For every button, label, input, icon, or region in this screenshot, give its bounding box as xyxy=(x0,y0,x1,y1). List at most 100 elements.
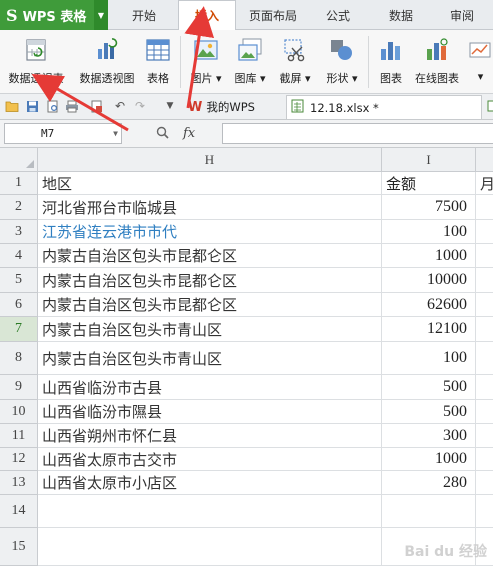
amount-cell[interactable]: 金额 xyxy=(382,172,476,195)
redo-icon[interactable]: ↷ xyxy=(132,98,148,114)
pivot-chart-button[interactable]: 数据透视图 xyxy=(74,35,140,91)
region-cell[interactable]: 内蒙古自治区包头市青山区 xyxy=(38,342,382,375)
region-cell[interactable]: 江苏省连云港市市代 xyxy=(38,220,382,244)
tab-review[interactable]: 审阅 xyxy=(436,0,488,30)
customize-toolbar-chevron-icon[interactable]: ▼ xyxy=(162,98,178,114)
row-header[interactable]: 8 xyxy=(0,342,38,375)
mini-chart-icon xyxy=(469,42,490,58)
more-charts-button[interactable]: ▾ xyxy=(468,35,493,91)
month-cell[interactable] xyxy=(476,400,493,424)
amount-cell[interactable] xyxy=(382,495,476,528)
month-cell[interactable] xyxy=(476,293,493,317)
amount-cell[interactable]: 7500 xyxy=(382,195,476,220)
new-tab-icon[interactable] xyxy=(484,98,493,114)
amount-cell[interactable]: 300 xyxy=(382,424,476,448)
amount-cell[interactable]: 1000 xyxy=(382,448,476,471)
region-cell[interactable]: 河北省邢台市临城县 xyxy=(38,195,382,220)
online-chart-button[interactable]: 在线图表 xyxy=(410,35,464,91)
chevron-down-icon[interactable]: ▼ xyxy=(94,0,108,30)
row-header[interactable]: 5 xyxy=(0,268,38,293)
tab-home[interactable]: 开始 xyxy=(114,0,174,30)
column-header-h[interactable]: H xyxy=(38,148,382,172)
row-header[interactable]: 14 xyxy=(0,495,38,528)
gallery-label: 图库 ▾ xyxy=(234,72,266,85)
amount-cell[interactable]: 100 xyxy=(382,342,476,375)
row-header[interactable]: 10 xyxy=(0,400,38,424)
row-header[interactable]: 4 xyxy=(0,244,38,268)
month-cell[interactable] xyxy=(476,424,493,448)
scissors-icon xyxy=(284,39,305,62)
print-icon[interactable] xyxy=(64,98,80,114)
row-header[interactable]: 11 xyxy=(0,424,38,448)
amount-cell[interactable]: 280 xyxy=(382,471,476,495)
amount-cell[interactable]: 100 xyxy=(382,220,476,244)
row-header[interactable]: 13 xyxy=(0,471,38,495)
save-icon[interactable] xyxy=(24,98,40,114)
gallery-button[interactable]: 图库 ▾ xyxy=(230,35,270,91)
month-cell[interactable]: 月 xyxy=(476,172,493,195)
table-button[interactable]: 表格 xyxy=(142,35,174,91)
tab-insert[interactable]: 插入 xyxy=(178,0,236,31)
month-cell[interactable] xyxy=(476,220,493,244)
doc-tab-12-18-xlsx[interactable]: 12.18.xlsx * xyxy=(286,95,482,119)
name-box[interactable]: M7 ▼ xyxy=(4,123,122,144)
month-cell[interactable] xyxy=(476,244,493,268)
print-preview-icon[interactable] xyxy=(44,98,60,114)
region-cell[interactable]: 内蒙古自治区包头市昆都仑区 xyxy=(38,293,382,317)
open-folder-icon[interactable] xyxy=(4,98,20,114)
tab-data[interactable]: 数据 xyxy=(374,0,428,30)
region-cell[interactable]: 山西省临汾市古县 xyxy=(38,375,382,400)
amount-cell[interactable]: 62600 xyxy=(382,293,476,317)
wps-app-menu-button[interactable]: S WPS 表格 ▼ xyxy=(0,0,108,30)
screenshot-button[interactable]: 截屏 ▾ xyxy=(274,35,316,91)
doc-tab-my-wps[interactable]: W 我的WPS xyxy=(184,95,284,119)
month-cell[interactable] xyxy=(476,195,493,220)
amount-cell[interactable]: 1000 xyxy=(382,244,476,268)
amount-cell[interactable]: 500 xyxy=(382,400,476,424)
region-cell[interactable]: 内蒙古自治区包头市青山区 xyxy=(38,317,382,342)
shapes-button[interactable]: 形状 ▾ xyxy=(320,35,364,91)
region-cell[interactable]: 山西省朔州市怀仁县 xyxy=(38,424,382,448)
month-cell[interactable] xyxy=(476,342,493,375)
zoom-search-icon[interactable] xyxy=(156,126,169,142)
region-cell[interactable]: 内蒙古自治区包头市昆都仑区 xyxy=(38,268,382,293)
month-cell[interactable] xyxy=(476,448,493,471)
month-cell[interactable] xyxy=(476,268,493,293)
formula-input[interactable] xyxy=(222,123,493,144)
region-cell[interactable] xyxy=(38,495,382,528)
region-cell[interactable]: 山西省太原市小店区 xyxy=(38,471,382,495)
column-header-j[interactable] xyxy=(476,148,493,172)
region-cell[interactable]: 地区 xyxy=(38,172,382,195)
column-header-i[interactable]: I xyxy=(382,148,476,172)
row-header[interactable]: 1 xyxy=(0,172,38,195)
month-cell[interactable] xyxy=(476,495,493,528)
row-header[interactable]: 3 xyxy=(0,220,38,244)
chevron-down-icon[interactable]: ▼ xyxy=(113,124,118,143)
tab-page-layout[interactable]: 页面布局 xyxy=(240,0,306,30)
month-cell[interactable] xyxy=(476,471,493,495)
row-header[interactable]: 12 xyxy=(0,448,38,471)
export-pdf-icon[interactable] xyxy=(88,98,104,114)
amount-cell[interactable]: 500 xyxy=(382,375,476,400)
row-header[interactable]: 15 xyxy=(0,528,38,566)
amount-cell[interactable]: 10000 xyxy=(382,268,476,293)
row-header[interactable]: 2 xyxy=(0,195,38,220)
region-cell[interactable]: 山西省临汾市隰县 xyxy=(38,400,382,424)
picture-button[interactable]: 图片 ▾ xyxy=(186,35,226,91)
row-header[interactable]: 6 xyxy=(0,293,38,317)
amount-cell[interactable]: 12100 xyxy=(382,317,476,342)
insert-function-icon[interactable]: fx xyxy=(183,126,195,141)
cell-reference: M7 xyxy=(41,127,55,140)
undo-icon[interactable]: ↶ xyxy=(112,98,128,114)
region-cell[interactable]: 山西省太原市古交市 xyxy=(38,448,382,471)
row-header[interactable]: 7 xyxy=(0,317,38,342)
pivot-table-button[interactable]: 数据透视表 xyxy=(4,35,68,91)
month-cell[interactable] xyxy=(476,317,493,342)
region-cell[interactable]: 内蒙古自治区包头市昆都仑区 xyxy=(38,244,382,268)
region-cell[interactable] xyxy=(38,528,382,566)
row-header[interactable]: 9 xyxy=(0,375,38,400)
chart-button[interactable]: 图表 xyxy=(374,35,408,91)
tab-formulas[interactable]: 公式 xyxy=(310,0,366,30)
select-all-corner[interactable] xyxy=(0,148,38,172)
month-cell[interactable] xyxy=(476,375,493,400)
